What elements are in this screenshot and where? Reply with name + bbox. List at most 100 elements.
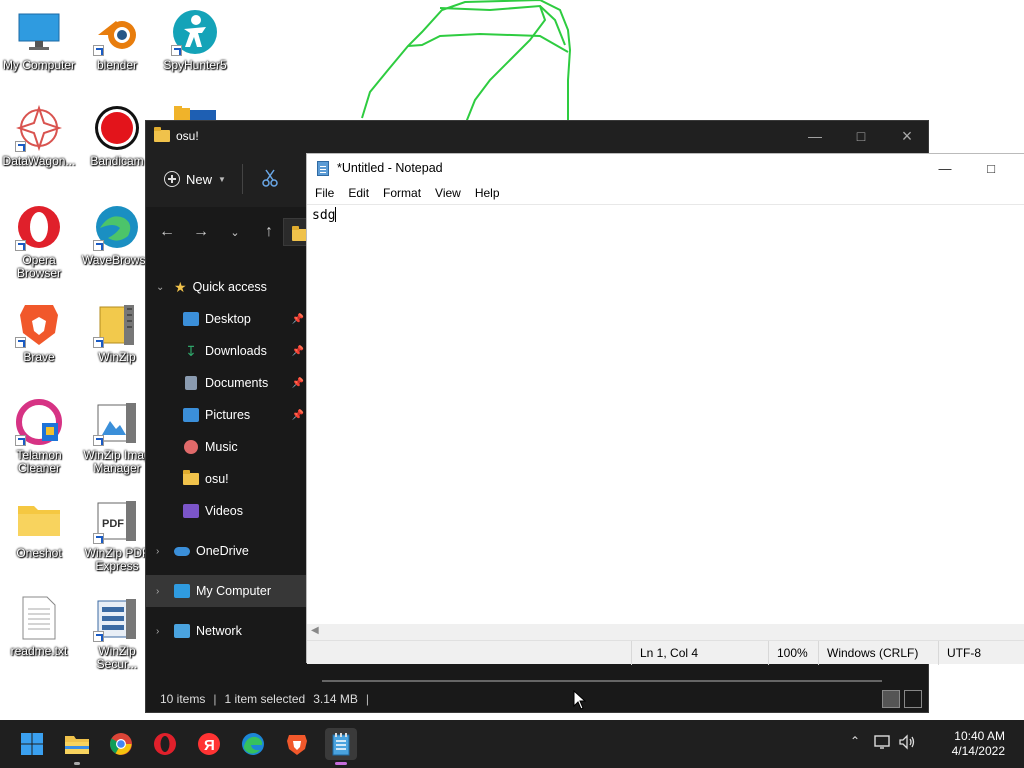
pin-icon: 📌 [291,409,304,421]
svg-text:Я: Я [204,737,215,754]
sidebar-item-label: Quick access [192,280,267,294]
tiles-view-icon[interactable] [904,690,922,708]
forward-button[interactable]: → [184,223,218,241]
desktop-icon-readme[interactable]: readme.txt [0,594,78,658]
cut-button[interactable] [261,169,279,190]
desktop-icon-oneshot[interactable]: Oneshot [0,496,78,560]
sidebar-item-label: Videos [205,504,243,518]
menu-view[interactable]: View [427,186,467,200]
maximize-button[interactable]: □ [838,121,884,151]
mouse-cursor-icon [573,690,587,710]
pin-icon: 📌 [291,313,304,325]
sidebar-item-label: osu! [205,472,229,486]
network-status-icon[interactable] [874,734,892,753]
folder-icon [15,496,63,544]
notepad-titlebar[interactable]: *Untitled - Notepad — □ [307,154,1024,182]
chevron-right-icon: › [156,585,160,597]
notepad-menubar: File Edit Format View Help [307,182,506,204]
winzip-icon [93,300,141,348]
winzip-image-icon [93,398,141,446]
desktop-icon-blender[interactable]: blender [78,8,156,72]
menu-help[interactable]: Help [467,186,506,200]
taskbar-opera[interactable] [149,728,181,760]
network-icon [174,624,190,638]
clock[interactable]: 10:40 AM 4/14/2022 [952,729,1005,759]
scissors-icon [262,169,278,187]
recent-locations-button[interactable]: ⌄ [218,226,252,239]
desktop-icon-spyhunter[interactable]: SpyHunter5 [156,8,234,72]
chevron-right-icon: › [156,545,160,557]
horizontal-scrollbar[interactable]: ◀ [307,624,1024,640]
pin-icon: 📌 [291,345,304,357]
partial-icon [172,104,220,120]
sidebar-item-quick-access[interactable]: ⌄ ★ Quick access [146,271,306,303]
horizontal-scrollbar[interactable] [322,680,882,682]
active-indicator [335,762,347,765]
maximize-button[interactable]: □ [968,154,1014,182]
sidebar-item-network[interactable]: › Network [146,615,306,647]
chevron-up-icon[interactable]: ⌃ [850,734,860,748]
sidebar-item-pictures[interactable]: Pictures 📌 [146,399,306,431]
desktop-icon-telamon[interactable]: Telamon Cleaner [0,398,78,475]
sidebar-item-label: Music [205,440,238,454]
taskbar: Я ⌃ 10:40 AM 4/14/2022 [0,720,1024,768]
minimize-button[interactable]: — [922,154,968,182]
taskbar-edge[interactable] [237,728,269,760]
selection-count: 1 item selected [224,692,306,706]
sidebar-item-documents[interactable]: Documents 📌 [146,367,306,399]
status-divider: | [213,692,217,706]
taskbar-file-explorer[interactable] [61,728,93,765]
chevron-right-icon: › [156,625,160,637]
desktop-icon-my-computer[interactable]: My Computer [0,8,78,72]
blender-icon [93,8,141,56]
desktop-icon-label: Oneshot [16,546,62,560]
new-button[interactable]: New ▼ [164,171,226,187]
close-button[interactable]: × [884,121,930,151]
green-drawing [361,0,572,125]
editor-content: sdg [312,208,336,223]
sidebar-item-my-computer[interactable]: › My Computer [146,575,306,607]
details-view-icon[interactable] [882,690,900,708]
selection-size: 3.14 MB [313,692,358,706]
up-button[interactable]: ↑ [252,223,286,241]
start-button[interactable] [16,728,48,760]
desktop-icon-datawagon[interactable]: DataWagon... [0,104,78,168]
menu-format[interactable]: Format [375,186,427,200]
zoom-level: 100% [768,641,808,665]
sidebar-item-videos[interactable]: Videos [146,495,306,527]
plus-icon [164,171,180,187]
notepad-window[interactable]: *Untitled - Notepad — □ File Edit Format… [306,153,1024,665]
text-file-icon [15,594,63,642]
explorer-title: osu! [176,129,199,143]
chevron-down-icon: ▼ [218,174,226,184]
volume-icon[interactable] [898,734,916,753]
desktop-icon-brave[interactable]: Brave [0,300,78,364]
text-editor[interactable]: sdg [307,204,1024,624]
menu-edit[interactable]: Edit [340,186,375,200]
cursor-position: Ln 1, Col 4 [631,641,698,665]
spyhunter-icon [171,8,219,56]
notepad-icon [317,160,329,176]
explorer-statusbar: 10 items | 1 item selected 3.14 MB | [146,686,928,712]
navigation-pane: ⌄ ★ Quick access Desktop 📌 ↧ Downloads 📌… [146,271,306,647]
download-icon: ↧ [185,342,197,359]
back-button[interactable]: ← [150,223,184,241]
taskbar-notepad[interactable] [325,728,357,765]
explorer-titlebar[interactable]: osu! — □ × [146,121,928,151]
taskbar-yandex[interactable]: Я [193,728,225,760]
sidebar-item-downloads[interactable]: ↧ Downloads 📌 [146,335,306,367]
sidebar-item-label: OneDrive [196,544,249,558]
sidebar-item-onedrive[interactable]: › OneDrive [146,535,306,567]
taskbar-brave[interactable] [281,728,313,760]
sidebar-item-label: Documents [205,376,269,390]
minimize-button[interactable]: — [792,121,838,151]
sidebar-item-music[interactable]: Music [146,431,306,463]
menu-file[interactable]: File [307,186,340,200]
scroll-left-icon[interactable]: ◀ [311,625,319,636]
videos-icon [183,504,199,518]
sidebar-item-osu[interactable]: osu! [146,463,306,495]
brave-shield-icon [287,735,307,755]
desktop-icon-opera[interactable]: Opera Browser [0,203,78,280]
sidebar-item-desktop[interactable]: Desktop 📌 [146,303,306,335]
taskbar-chrome[interactable] [105,728,137,760]
